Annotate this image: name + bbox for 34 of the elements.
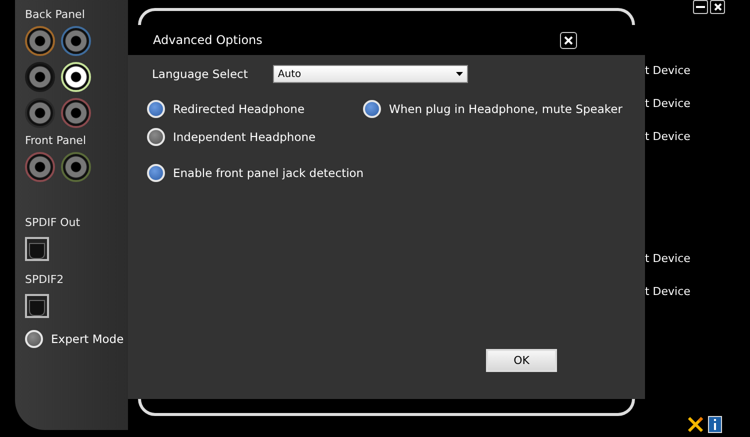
section-title: SPDIF2 [25,273,65,287]
language-dropdown[interactable]: Auto [272,65,468,83]
device-label: t Device [645,285,692,299]
section-title: SPDIF Out [25,216,82,230]
section-title: Front Panel [25,134,87,148]
caret-icon [456,72,463,76]
radio-button[interactable] [147,164,165,182]
close-icon [714,3,722,11]
option-label: Expert Mode [51,332,124,346]
option-label: Independent Headphone [173,130,316,144]
radio-button[interactable] [147,128,165,146]
minimize-icon [696,6,705,8]
device-label: t Device [645,130,692,144]
dialog-title: Advanced Options [153,33,262,47]
device-label: t Device [645,252,692,266]
close-button[interactable] [710,0,725,14]
radio-button[interactable] [25,330,43,348]
close-button[interactable] [560,32,577,48]
optical-port-icon[interactable] [25,294,49,318]
device-label: t Device [645,97,692,111]
device-label: t Device [645,64,692,78]
info-icon[interactable] [708,416,722,433]
option-label: Enable front panel jack detection [173,166,364,180]
radio-button[interactable] [363,100,381,118]
ok-button[interactable]: OK [486,349,557,372]
wrench-screwdriver-icon[interactable] [687,416,704,433]
field-label: Language Select [152,67,248,81]
radio-button[interactable] [147,100,165,118]
option-label: Redirected Headphone [173,102,305,116]
minimize-button[interactable] [693,0,708,14]
option-label: When plug in Headphone, mute Speaker [389,102,622,116]
section-title: Back Panel [25,8,86,22]
close-icon [564,36,573,44]
optical-port-icon[interactable] [25,237,49,261]
